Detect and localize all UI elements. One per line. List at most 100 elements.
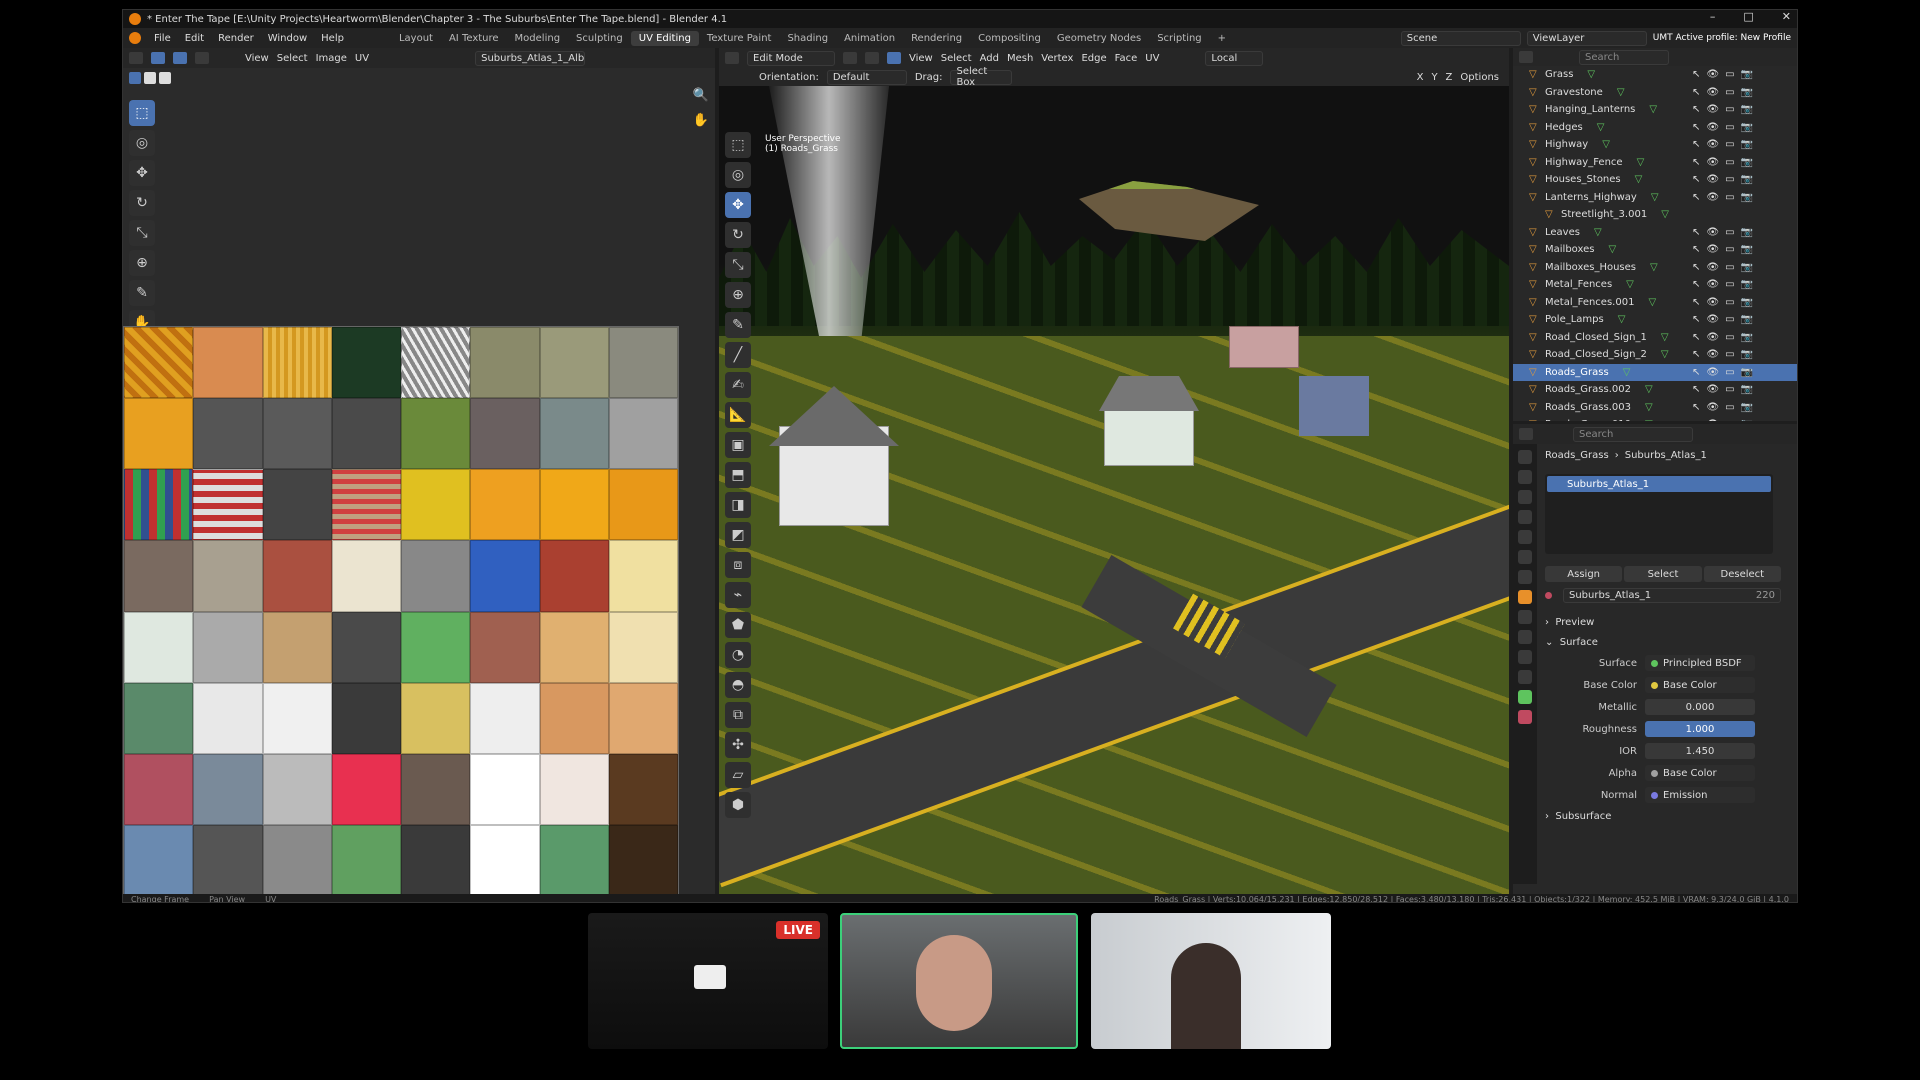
vp-menu-vertex[interactable]: Vertex [1041, 53, 1073, 64]
select-toggle-icon[interactable]: ↖ [1692, 157, 1700, 168]
camera-icon[interactable]: 📷 [1741, 69, 1753, 80]
property-value[interactable]: Base Color [1645, 677, 1755, 693]
select-toggle-icon[interactable]: ↖ [1692, 367, 1700, 378]
vp-extrude-icon[interactable]: ⬒ [725, 462, 751, 488]
physics-tab-icon[interactable] [1518, 650, 1532, 664]
tab-compositing[interactable]: Compositing [970, 31, 1049, 46]
eye-icon[interactable]: 👁 [1706, 419, 1719, 421]
transform-icon[interactable]: ⊕ [129, 250, 155, 276]
cursor-icon[interactable]: ◎ [129, 130, 155, 156]
material-slot-item[interactable]: Suburbs_Atlas_1 [1547, 476, 1771, 492]
eye-icon[interactable]: 👁 [1706, 349, 1719, 360]
viewport-toggle-icon[interactable]: ▭ [1725, 122, 1734, 133]
sync-selection-icon[interactable] [151, 52, 165, 64]
outliner-row[interactable]: ▽ Mailboxes ▽ ↖ 👁 ▭ 📷 [1513, 241, 1797, 259]
vp-poly-build-icon[interactable]: ⬟ [725, 612, 751, 638]
scene-selector[interactable]: Scene [1400, 30, 1521, 46]
vp-menu-view[interactable]: View [909, 53, 933, 64]
camera-icon[interactable]: 📷 [1741, 139, 1753, 150]
select-toggle-icon[interactable]: ↖ [1692, 139, 1700, 150]
camera-icon[interactable]: 📷 [1741, 87, 1753, 98]
property-value[interactable]: Emission [1645, 787, 1755, 803]
camera-icon[interactable]: 📷 [1741, 402, 1753, 413]
eye-icon[interactable]: 👁 [1706, 314, 1719, 325]
vp-transform-icon[interactable]: ⊕ [725, 282, 751, 308]
outliner-row[interactable]: ▽ Road_Closed_Sign_2 ▽ ↖ 👁 ▭ 📷 [1513, 346, 1797, 364]
eye-icon[interactable]: 👁 [1706, 244, 1719, 255]
uv-edge-mode-icon[interactable] [144, 72, 156, 84]
select-toggle-icon[interactable]: ↖ [1692, 349, 1700, 360]
select-toggle-icon[interactable]: ↖ [1692, 244, 1700, 255]
material-name-field[interactable]: Suburbs_Atlas_1 220 [1563, 587, 1781, 603]
vp-knife-icon[interactable]: ⌁ [725, 582, 751, 608]
viewport-toggle-icon[interactable]: ▭ [1725, 419, 1734, 421]
select-toggle-icon[interactable]: ↖ [1692, 262, 1700, 273]
property-value[interactable]: Base Color [1645, 765, 1755, 781]
viewport-toggle-icon[interactable]: ▭ [1725, 402, 1734, 413]
drag-selector[interactable]: Select Box [950, 66, 1013, 88]
camera-icon[interactable]: 📷 [1741, 227, 1753, 238]
eye-icon[interactable]: 👁 [1706, 104, 1719, 115]
subsurface-panel-header[interactable]: › Subsurface [1545, 806, 1781, 826]
tool-tab-icon[interactable] [1518, 450, 1532, 464]
minimize-button[interactable]: – [1710, 10, 1716, 23]
outliner-search[interactable]: Search [1579, 49, 1669, 65]
camera-icon[interactable]: 📷 [1741, 419, 1753, 421]
transform-space-selector[interactable]: Local [1205, 50, 1264, 66]
viewport-toggle-icon[interactable]: ▭ [1725, 349, 1734, 360]
viewport-toggle-icon[interactable]: ▭ [1725, 192, 1734, 203]
menu-window[interactable]: Window [261, 33, 314, 44]
zoom-icon[interactable]: 🔍 [693, 88, 709, 103]
viewport-toggle-icon[interactable]: ▭ [1725, 174, 1734, 185]
tab-rendering[interactable]: Rendering [903, 31, 970, 46]
select-toggle-icon[interactable]: ↖ [1692, 87, 1700, 98]
viewport-toggle-icon[interactable]: ▭ [1725, 69, 1734, 80]
vp-rotate-icon[interactable]: ↻ [725, 222, 751, 248]
surface-panel-header[interactable]: ⌄ Surface [1545, 632, 1781, 652]
vp-smooth-icon[interactable]: ◓ [725, 672, 751, 698]
vp-select-icon[interactable]: ⬚ [725, 132, 751, 158]
constraints-tab-icon[interactable] [1518, 670, 1532, 684]
camera-icon[interactable]: 📷 [1741, 384, 1753, 395]
camera-icon[interactable]: 📷 [1741, 157, 1753, 168]
camera-icon[interactable]: 📷 [1741, 174, 1753, 185]
viewport-editor-type-icon[interactable] [725, 52, 739, 64]
maximize-button[interactable]: □ [1743, 10, 1753, 23]
eye-icon[interactable]: 👁 [1706, 402, 1719, 413]
tab-geometry-nodes[interactable]: Geometry Nodes [1049, 31, 1149, 46]
tab-texture-paint[interactable]: Texture Paint [699, 31, 780, 46]
outliner-row[interactable]: ▽ Houses_Stones ▽ ↖ 👁 ▭ 📷 [1513, 171, 1797, 189]
property-value[interactable]: Principled BSDF [1645, 655, 1755, 671]
pan-icon[interactable]: ✋ [693, 113, 709, 128]
select-toggle-icon[interactable]: ↖ [1692, 192, 1700, 203]
outliner-row[interactable]: ▽ Gravestone ▽ ↖ 👁 ▭ 📷 [1513, 84, 1797, 102]
viewport-toggle-icon[interactable]: ▭ [1725, 227, 1734, 238]
eye-icon[interactable]: 👁 [1706, 279, 1719, 290]
orientation-selector[interactable]: Default [826, 69, 907, 85]
select-toggle-icon[interactable]: ↖ [1692, 402, 1700, 413]
output-tab-icon[interactable] [1518, 490, 1532, 504]
menu-help[interactable]: Help [314, 33, 351, 44]
camera-icon[interactable]: 📷 [1741, 279, 1753, 290]
outliner-editor-type-icon[interactable] [1519, 51, 1533, 63]
deselect-button[interactable]: Deselect [1703, 566, 1781, 582]
outliner-row[interactable]: ▽ Grass ▽ ↖ 👁 ▭ 📷 [1513, 66, 1797, 84]
eye-icon[interactable]: 👁 [1706, 69, 1719, 80]
tab-animation[interactable]: Animation [836, 31, 903, 46]
vp-shrink-icon[interactable]: ✣ [725, 732, 751, 758]
select-toggle-icon[interactable]: ↖ [1692, 227, 1700, 238]
select-toggle-icon[interactable]: ↖ [1692, 419, 1700, 421]
vp-menu-select[interactable]: Select [941, 53, 972, 64]
menu-file[interactable]: File [147, 33, 178, 44]
annotate-icon[interactable]: ✎ [129, 280, 155, 306]
eye-icon[interactable]: 👁 [1706, 174, 1719, 185]
outliner-row[interactable]: ▽Roads_Grass.010▽↖👁▭📷 [1513, 416, 1797, 421]
mode-selector[interactable]: Edit Mode [747, 50, 835, 66]
vp-edge-slide-icon[interactable]: ⧉ [725, 702, 751, 728]
vp-annotate-icon[interactable]: ✎ [725, 312, 751, 338]
vertex-mode-icon[interactable] [843, 52, 857, 64]
outliner-row[interactable]: ▽ Metal_Fences ▽ ↖ 👁 ▭ 📷 [1513, 276, 1797, 294]
select-toggle-icon[interactable]: ↖ [1692, 314, 1700, 325]
vp-bevel-icon[interactable]: ◩ [725, 522, 751, 548]
outliner-row[interactable]: ▽ Highway ▽ ↖ 👁 ▭ 📷 [1513, 136, 1797, 154]
